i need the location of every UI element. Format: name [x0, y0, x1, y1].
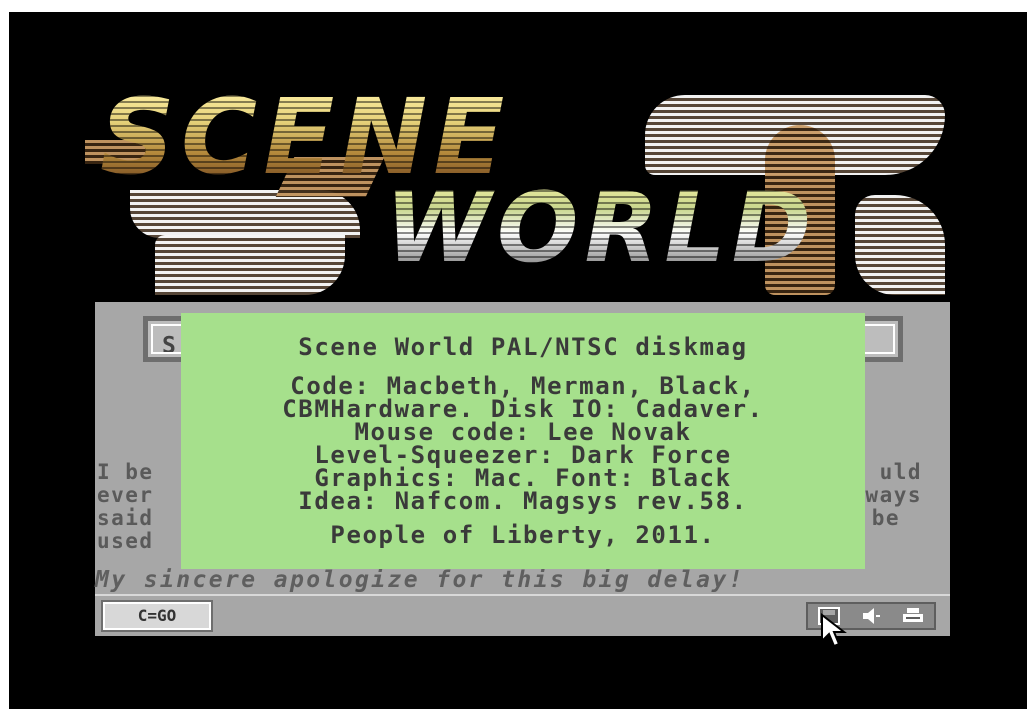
logo-world-text: WORLD: [385, 172, 818, 284]
apology-line: My sincere apologize for this big delay!: [95, 567, 745, 593]
article-text-line: said: [97, 506, 154, 530]
article-text-line: I be: [97, 460, 154, 484]
article-text-line: ever: [97, 483, 154, 507]
credits-line: Idea: Nafcom. Magsys rev.58.: [298, 487, 748, 515]
credits-footer: People of Liberty, 2011.: [330, 521, 716, 549]
credits-dialog: Scene World PAL/NTSC diskmag Code: Macbe…: [181, 313, 865, 569]
article-title-fragment: S: [162, 333, 176, 359]
logo-brush-stroke: [855, 195, 945, 295]
logo-brush-stroke: [155, 235, 345, 295]
credits-list: Code: Macbeth, Merman, Black, CBMHardwar…: [181, 374, 865, 515]
commodore-go-button[interactable]: C=GO: [101, 600, 213, 632]
speaker-icon[interactable]: [856, 606, 886, 626]
printer-icon[interactable]: [898, 606, 928, 626]
article-text-line: used: [97, 529, 154, 553]
article-text-line: ways: [865, 483, 922, 507]
article-text-line: uld: [879, 460, 922, 484]
mouse-pointer-icon: [821, 613, 847, 648]
scene-world-logo: SCENE WORLD: [85, 85, 955, 300]
credits-title: Scene World PAL/NTSC diskmag: [298, 333, 748, 361]
article-text-line: be: [871, 506, 900, 530]
